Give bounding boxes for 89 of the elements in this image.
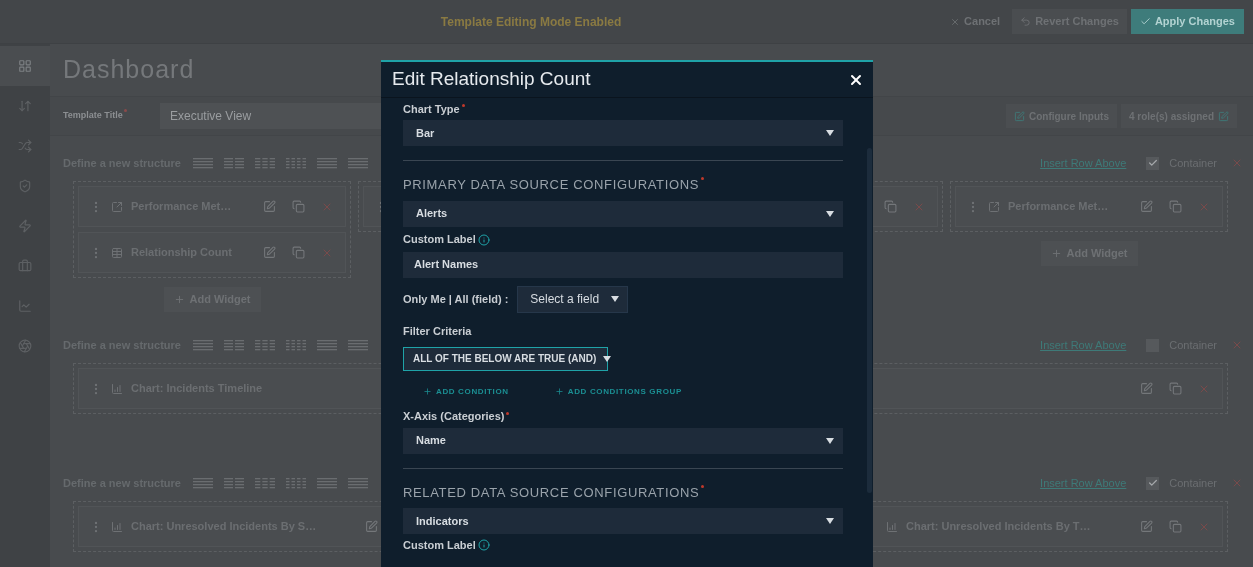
field-label: Only Me | All (field) : xyxy=(403,291,509,307)
layout-option-icon[interactable] xyxy=(255,157,275,169)
copy-icon[interactable] xyxy=(1169,200,1182,213)
plus-icon xyxy=(1050,248,1062,259)
layout-option-icon[interactable] xyxy=(193,157,213,169)
layout-option-icon[interactable] xyxy=(193,477,213,489)
edit-icon[interactable] xyxy=(1140,520,1153,533)
remove-row-icon[interactable] xyxy=(1231,339,1243,351)
layout-option-icon[interactable] xyxy=(317,339,337,351)
layout-option-icon[interactable] xyxy=(286,157,306,169)
plus-icon xyxy=(423,387,432,396)
select-field[interactable]: Alerts xyxy=(403,200,843,227)
aperture-icon xyxy=(18,339,32,353)
layout-option-icon[interactable] xyxy=(255,339,275,351)
bar-chart-icon xyxy=(111,520,123,533)
field-select[interactable]: Select a field xyxy=(517,285,629,313)
check-icon xyxy=(1139,16,1151,27)
info-icon[interactable] xyxy=(477,539,490,551)
template-title-label: Template Title xyxy=(63,109,123,123)
plus-icon xyxy=(173,294,185,305)
dashboard-icon xyxy=(18,59,32,73)
section-heading: PRIMARY DATA SOURCE CONFIGURATIONS xyxy=(403,176,700,194)
caret-icon xyxy=(826,518,834,524)
copy-icon[interactable] xyxy=(884,200,897,213)
apply-button[interactable]: Apply Changes xyxy=(1130,9,1244,34)
close-icon xyxy=(950,16,961,27)
layout-option-icon[interactable] xyxy=(224,339,244,351)
caret-icon xyxy=(611,296,620,302)
sort-icon xyxy=(18,99,32,113)
select-field[interactable]: Bar xyxy=(403,120,843,146)
scrollbar[interactable] xyxy=(867,148,872,493)
edit-icon[interactable] xyxy=(263,200,276,213)
field-label: Custom Label xyxy=(403,537,476,553)
field-label: Chart Type xyxy=(403,101,460,117)
copy-icon[interactable] xyxy=(1169,382,1182,395)
copy-icon[interactable] xyxy=(1169,520,1182,533)
mode-title: Template Editing Mode Enabled xyxy=(440,13,622,31)
layout-option-icon[interactable] xyxy=(286,339,306,351)
table-icon xyxy=(111,246,123,259)
edit-icon xyxy=(1013,110,1025,122)
briefcase-icon xyxy=(18,259,32,273)
plus-icon xyxy=(554,387,564,396)
select-field[interactable]: Name xyxy=(403,427,843,454)
container-checkbox[interactable] xyxy=(1146,476,1160,490)
layout-option-icon[interactable] xyxy=(348,339,368,351)
remove-row-icon[interactable] xyxy=(1231,477,1243,489)
container-checkbox[interactable] xyxy=(1146,156,1160,170)
layout-option-icon[interactable] xyxy=(286,477,306,489)
caret-icon xyxy=(826,130,834,136)
layout-option-icon[interactable] xyxy=(317,157,337,169)
caret-icon xyxy=(826,210,834,217)
logic-dropdown[interactable]: ALL OF THE BELOW ARE TRUE (AND) xyxy=(403,346,608,371)
field-label: X-Axis (Categories) xyxy=(403,409,505,425)
undo-icon xyxy=(1020,16,1032,27)
shield-icon xyxy=(18,179,32,193)
select-field[interactable]: Indicators xyxy=(403,508,843,534)
remove-row-icon[interactable] xyxy=(1231,157,1243,169)
bar-chart-icon xyxy=(111,382,123,395)
sidebar-item[interactable] xyxy=(0,46,50,86)
edit-icon xyxy=(1218,110,1229,122)
edit-icon[interactable] xyxy=(1140,200,1153,213)
edit-icon[interactable] xyxy=(365,520,378,533)
text-input[interactable]: Alert Names xyxy=(403,251,843,278)
field-label: Custom Label xyxy=(403,232,476,248)
bar-chart-icon xyxy=(886,520,898,533)
info-icon[interactable] xyxy=(477,233,490,246)
copy-icon[interactable] xyxy=(292,246,305,259)
copy-icon[interactable] xyxy=(292,200,305,213)
arrow-box-icon xyxy=(988,200,1000,213)
edit-icon[interactable] xyxy=(263,246,276,259)
shuffle-icon xyxy=(18,139,32,153)
add-condition-link[interactable]: ADD CONDITIONS GROUP xyxy=(554,385,682,398)
caret-icon xyxy=(826,437,834,444)
layout-option-icon[interactable] xyxy=(255,477,275,489)
dialog-title: Edit Relationship Count xyxy=(392,67,591,92)
layout-option-icon[interactable] xyxy=(348,477,368,489)
layout-option-icon[interactable] xyxy=(193,339,213,351)
field-label: Filter Criteria xyxy=(403,324,472,340)
lightning-icon xyxy=(18,219,32,233)
line-chart-icon xyxy=(18,299,32,313)
edit-icon[interactable] xyxy=(1140,382,1153,395)
add-condition-link[interactable]: ADD CONDITION xyxy=(423,385,509,398)
arrow-box-icon xyxy=(111,200,123,213)
caret-icon xyxy=(603,355,612,362)
layout-option-icon[interactable] xyxy=(317,477,337,489)
layout-option-icon[interactable] xyxy=(224,157,244,169)
layout-option-icon[interactable] xyxy=(348,157,368,169)
section-heading: RELATED DATA SOURCE CONFIGURATIONS xyxy=(403,483,700,502)
layout-option-icon[interactable] xyxy=(224,477,244,489)
